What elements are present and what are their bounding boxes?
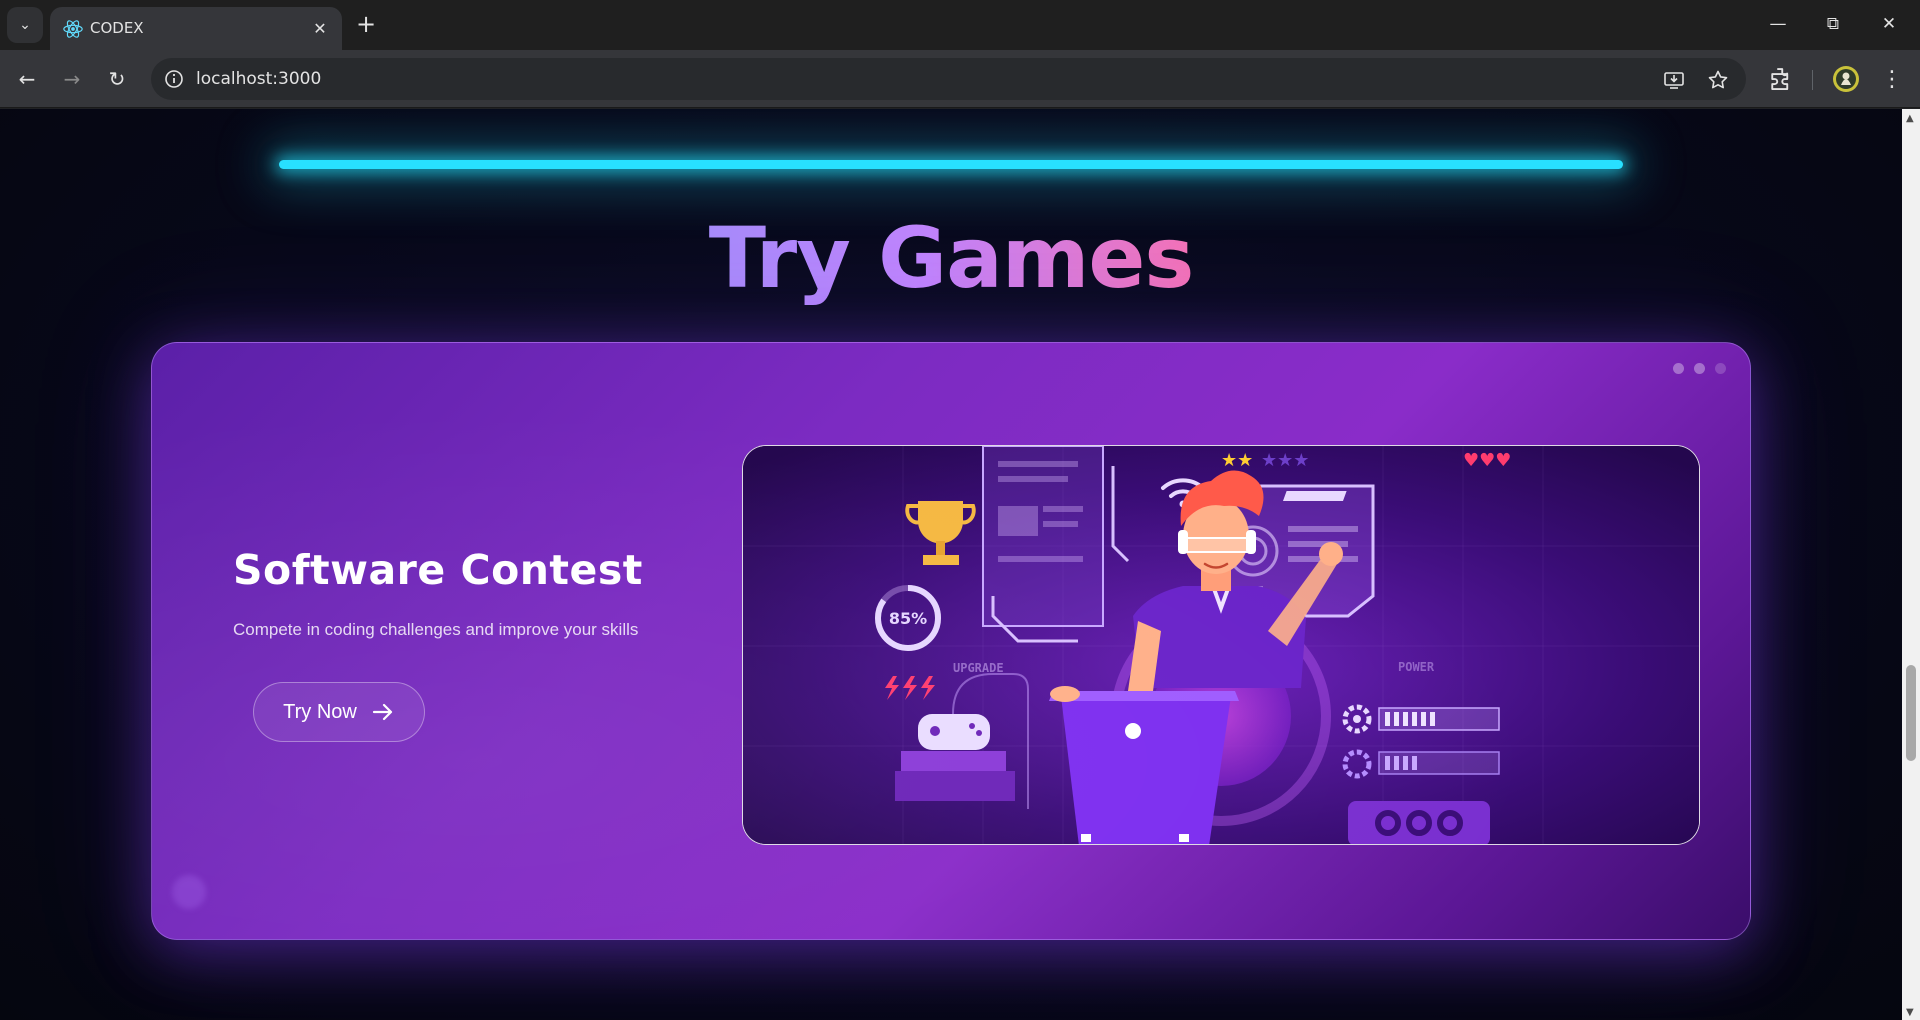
carousel-dots <box>1673 363 1726 374</box>
plus-icon[interactable]: + <box>352 10 380 38</box>
install-app-icon[interactable] <box>1662 68 1686 92</box>
scroll-thumb[interactable] <box>1906 665 1916 761</box>
site-info-icon[interactable] <box>162 67 186 91</box>
tab-strip: ⌄ CODEX ✕ + — ⧉ ✕ <box>0 0 1920 50</box>
chevron-down-icon: ⌄ <box>19 17 31 33</box>
page-scrollbar[interactable]: ▲ ▼ <box>1902 109 1920 1020</box>
svg-text:★★: ★★ <box>1221 450 1253 471</box>
restore-icon[interactable]: ⧉ <box>1811 8 1855 40</box>
browser-tab[interactable]: CODEX ✕ <box>50 7 342 50</box>
svg-text:85%: 85% <box>889 609 927 628</box>
svg-text:UPGRADE: UPGRADE <box>953 661 1004 675</box>
bookmark-star-icon[interactable] <box>1706 68 1730 92</box>
tab-title: CODEX <box>90 19 144 37</box>
scroll-down-icon[interactable]: ▼ <box>1906 1007 1914 1018</box>
section-title: Try Games <box>708 209 1195 307</box>
minimize-icon[interactable]: — <box>1756 8 1800 40</box>
back-icon[interactable]: ← <box>11 63 43 95</box>
neon-divider <box>279 160 1623 169</box>
forward-icon[interactable]: → <box>56 63 88 95</box>
extensions-icon[interactable] <box>1766 64 1796 94</box>
react-logo-icon <box>63 20 83 38</box>
window-close-icon[interactable]: ✕ <box>1867 8 1911 40</box>
profile-avatar-icon[interactable] <box>1831 64 1861 94</box>
svg-text:♥♥♥: ♥♥♥ <box>1463 450 1511 471</box>
carousel-dot[interactable] <box>1715 363 1726 374</box>
browser-toolbar: ← → ↻ localhost:3000 ⋮ <box>0 50 1920 108</box>
reload-icon[interactable]: ↻ <box>101 63 133 95</box>
close-icon[interactable]: ✕ <box>308 16 332 40</box>
try-now-button[interactable]: Try Now <box>253 682 425 742</box>
gamer-illustration: 85% UPGRADE ★★ ★★★ ♥♥♥ POWER <box>742 445 1700 845</box>
decorative-blob <box>172 875 206 909</box>
tab-list-button[interactable]: ⌄ <box>7 7 43 43</box>
carousel-dot[interactable] <box>1673 363 1684 374</box>
address-bar[interactable]: localhost:3000 <box>151 58 1746 100</box>
card-title: Software Contest <box>233 546 643 594</box>
menu-icon[interactable]: ⋮ <box>1877 64 1907 94</box>
url-text[interactable]: localhost:3000 <box>196 69 321 89</box>
carousel-dot[interactable] <box>1694 363 1705 374</box>
svg-text:★★★: ★★★ <box>1261 450 1309 471</box>
scroll-up-icon[interactable]: ▲ <box>1906 113 1914 124</box>
svg-text:POWER: POWER <box>1398 660 1435 674</box>
game-card: Software Contest Compete in coding chall… <box>151 342 1751 940</box>
card-subtitle: Compete in coding challenges and improve… <box>233 620 639 639</box>
try-now-label: Try Now <box>283 700 357 723</box>
toolbar-divider <box>1812 70 1813 90</box>
page-viewport: Try Games Software Contest Compete in co… <box>0 109 1902 1020</box>
arrow-right-icon <box>372 703 392 721</box>
